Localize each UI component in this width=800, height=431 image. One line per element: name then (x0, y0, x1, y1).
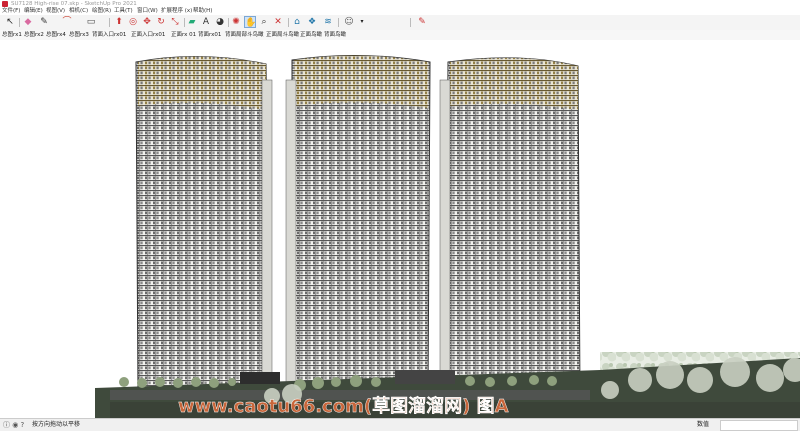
scene-tab[interactable]: 总图rx2 (24, 30, 44, 40)
toolbar-separator (19, 18, 20, 27)
menu-bar: 文件(F) 编辑(E) 视图(V) 相机(C) 绘图(R) 工具(T) 窗口(W… (0, 8, 800, 15)
menu-view[interactable]: 视图(V) (46, 8, 65, 15)
model-render: www.caotu66.com(草图溜溜网) 图A (95, 54, 800, 418)
menu-help[interactable]: 帮助(H) (193, 8, 212, 15)
menu-window[interactable]: 窗口(W) (137, 8, 158, 15)
orbit-icon[interactable]: ✺ (230, 16, 242, 28)
model-viewport[interactable]: www.caotu66.com(草图溜溜网) 图A (0, 40, 800, 418)
tower-right (439, 57, 581, 396)
scene-tab[interactable]: 正面局斗鸟瞰 (266, 30, 299, 40)
move-icon[interactable]: ✥ (141, 16, 153, 28)
measurements-label: 数值 (697, 421, 710, 428)
menu-extensions[interactable]: 扩展程序 (x) (161, 8, 192, 15)
offset-icon[interactable]: ◎ (127, 16, 139, 28)
menu-draw[interactable]: 绘图(R) (92, 8, 111, 15)
scene-tab[interactable]: 正面鸟瞰 (300, 30, 322, 40)
toolbar-separator (184, 18, 185, 27)
arc-icon[interactable]: ⌒ (61, 16, 73, 28)
menu-edit[interactable]: 编辑(E) (24, 8, 43, 15)
scene-tab[interactable]: 正面rx 01 (171, 30, 196, 40)
toolbar-separator (338, 18, 339, 27)
extension-warehouse-icon[interactable]: ❖ (306, 16, 318, 28)
status-info-icon[interactable]: ⓘ ◉ ? (3, 421, 24, 429)
window-title: SU7128 High-rise 07.skp - SketchUp Pro 2… (11, 1, 137, 7)
select-icon[interactable]: ↖ (4, 16, 16, 28)
toolbar-separator (288, 18, 289, 27)
scene-tab[interactable]: 背面入口rx01 (92, 30, 126, 40)
toolbar-separator (109, 18, 110, 27)
toolbar-separator (410, 18, 411, 27)
account-dropdown-chevron-icon[interactable]: ▾ (356, 16, 368, 28)
warehouse-icon[interactable]: ⌂ (291, 16, 303, 28)
main-toolbar: ↖ ◆ ✎ ⌒ ▭ ⬆ ◎ ✥ ↻ ⤡ ▰ A ◕ ✺ ✋ ⌕ ✕ ⌂ ❖ ≋ … (0, 15, 800, 31)
scale-icon[interactable]: ⤡ (169, 16, 181, 28)
account-icon[interactable]: ☺ (343, 16, 355, 28)
tower-middle (285, 54, 431, 396)
scene-tab[interactable]: 总图rx3 (69, 30, 89, 40)
toolbar-separator (228, 18, 229, 27)
zoom-extents-icon[interactable]: ✕ (272, 16, 284, 28)
menu-tools[interactable]: 工具(T) (114, 8, 133, 15)
tape-measure-icon[interactable]: ▰ (186, 16, 198, 28)
send-to-layout-icon[interactable]: ≋ (322, 16, 334, 28)
measurements-input[interactable] (720, 420, 798, 431)
tower-left (135, 56, 273, 396)
edit-icon[interactable]: ✎ (416, 16, 428, 28)
title-bar: SU7128 High-rise 07.skp - SketchUp Pro 2… (0, 0, 800, 8)
paint-bucket-icon[interactable]: ◕ (214, 16, 226, 28)
scene-tab[interactable]: 背面鸟瞰 (324, 30, 346, 40)
pan-icon[interactable]: ✋ (244, 16, 256, 28)
eraser-icon[interactable]: ◆ (22, 16, 34, 28)
scene-tab[interactable]: 正面入口rx01 (131, 30, 165, 40)
push-pull-icon[interactable]: ⬆ (113, 16, 125, 28)
watermark-text: www.caotu66.com(草图溜溜网) 图A (178, 395, 509, 417)
rotate-icon[interactable]: ↻ (155, 16, 167, 28)
pencil-icon[interactable]: ✎ (38, 16, 50, 28)
menu-file[interactable]: 文件(F) (2, 8, 20, 15)
sketchup-logo-icon (2, 1, 8, 7)
zoom-icon[interactable]: ⌕ (258, 16, 270, 28)
scene-tab[interactable]: 总图rx4 (46, 30, 66, 40)
text-icon[interactable]: A (200, 16, 212, 28)
scene-tab[interactable]: 背面rx01 (198, 30, 221, 40)
status-hint: 按方向拖动以平移 (32, 421, 81, 428)
menu-camera[interactable]: 相机(C) (69, 8, 88, 15)
status-bar: ⓘ ◉ ? 按方向拖动以平移 数值 (0, 418, 800, 431)
scene-tab[interactable]: 总图rx1 (2, 30, 22, 40)
scene-tab[interactable]: 背面局部斗鸟瞰 (225, 30, 264, 40)
rectangle-icon[interactable]: ▭ (85, 16, 97, 28)
